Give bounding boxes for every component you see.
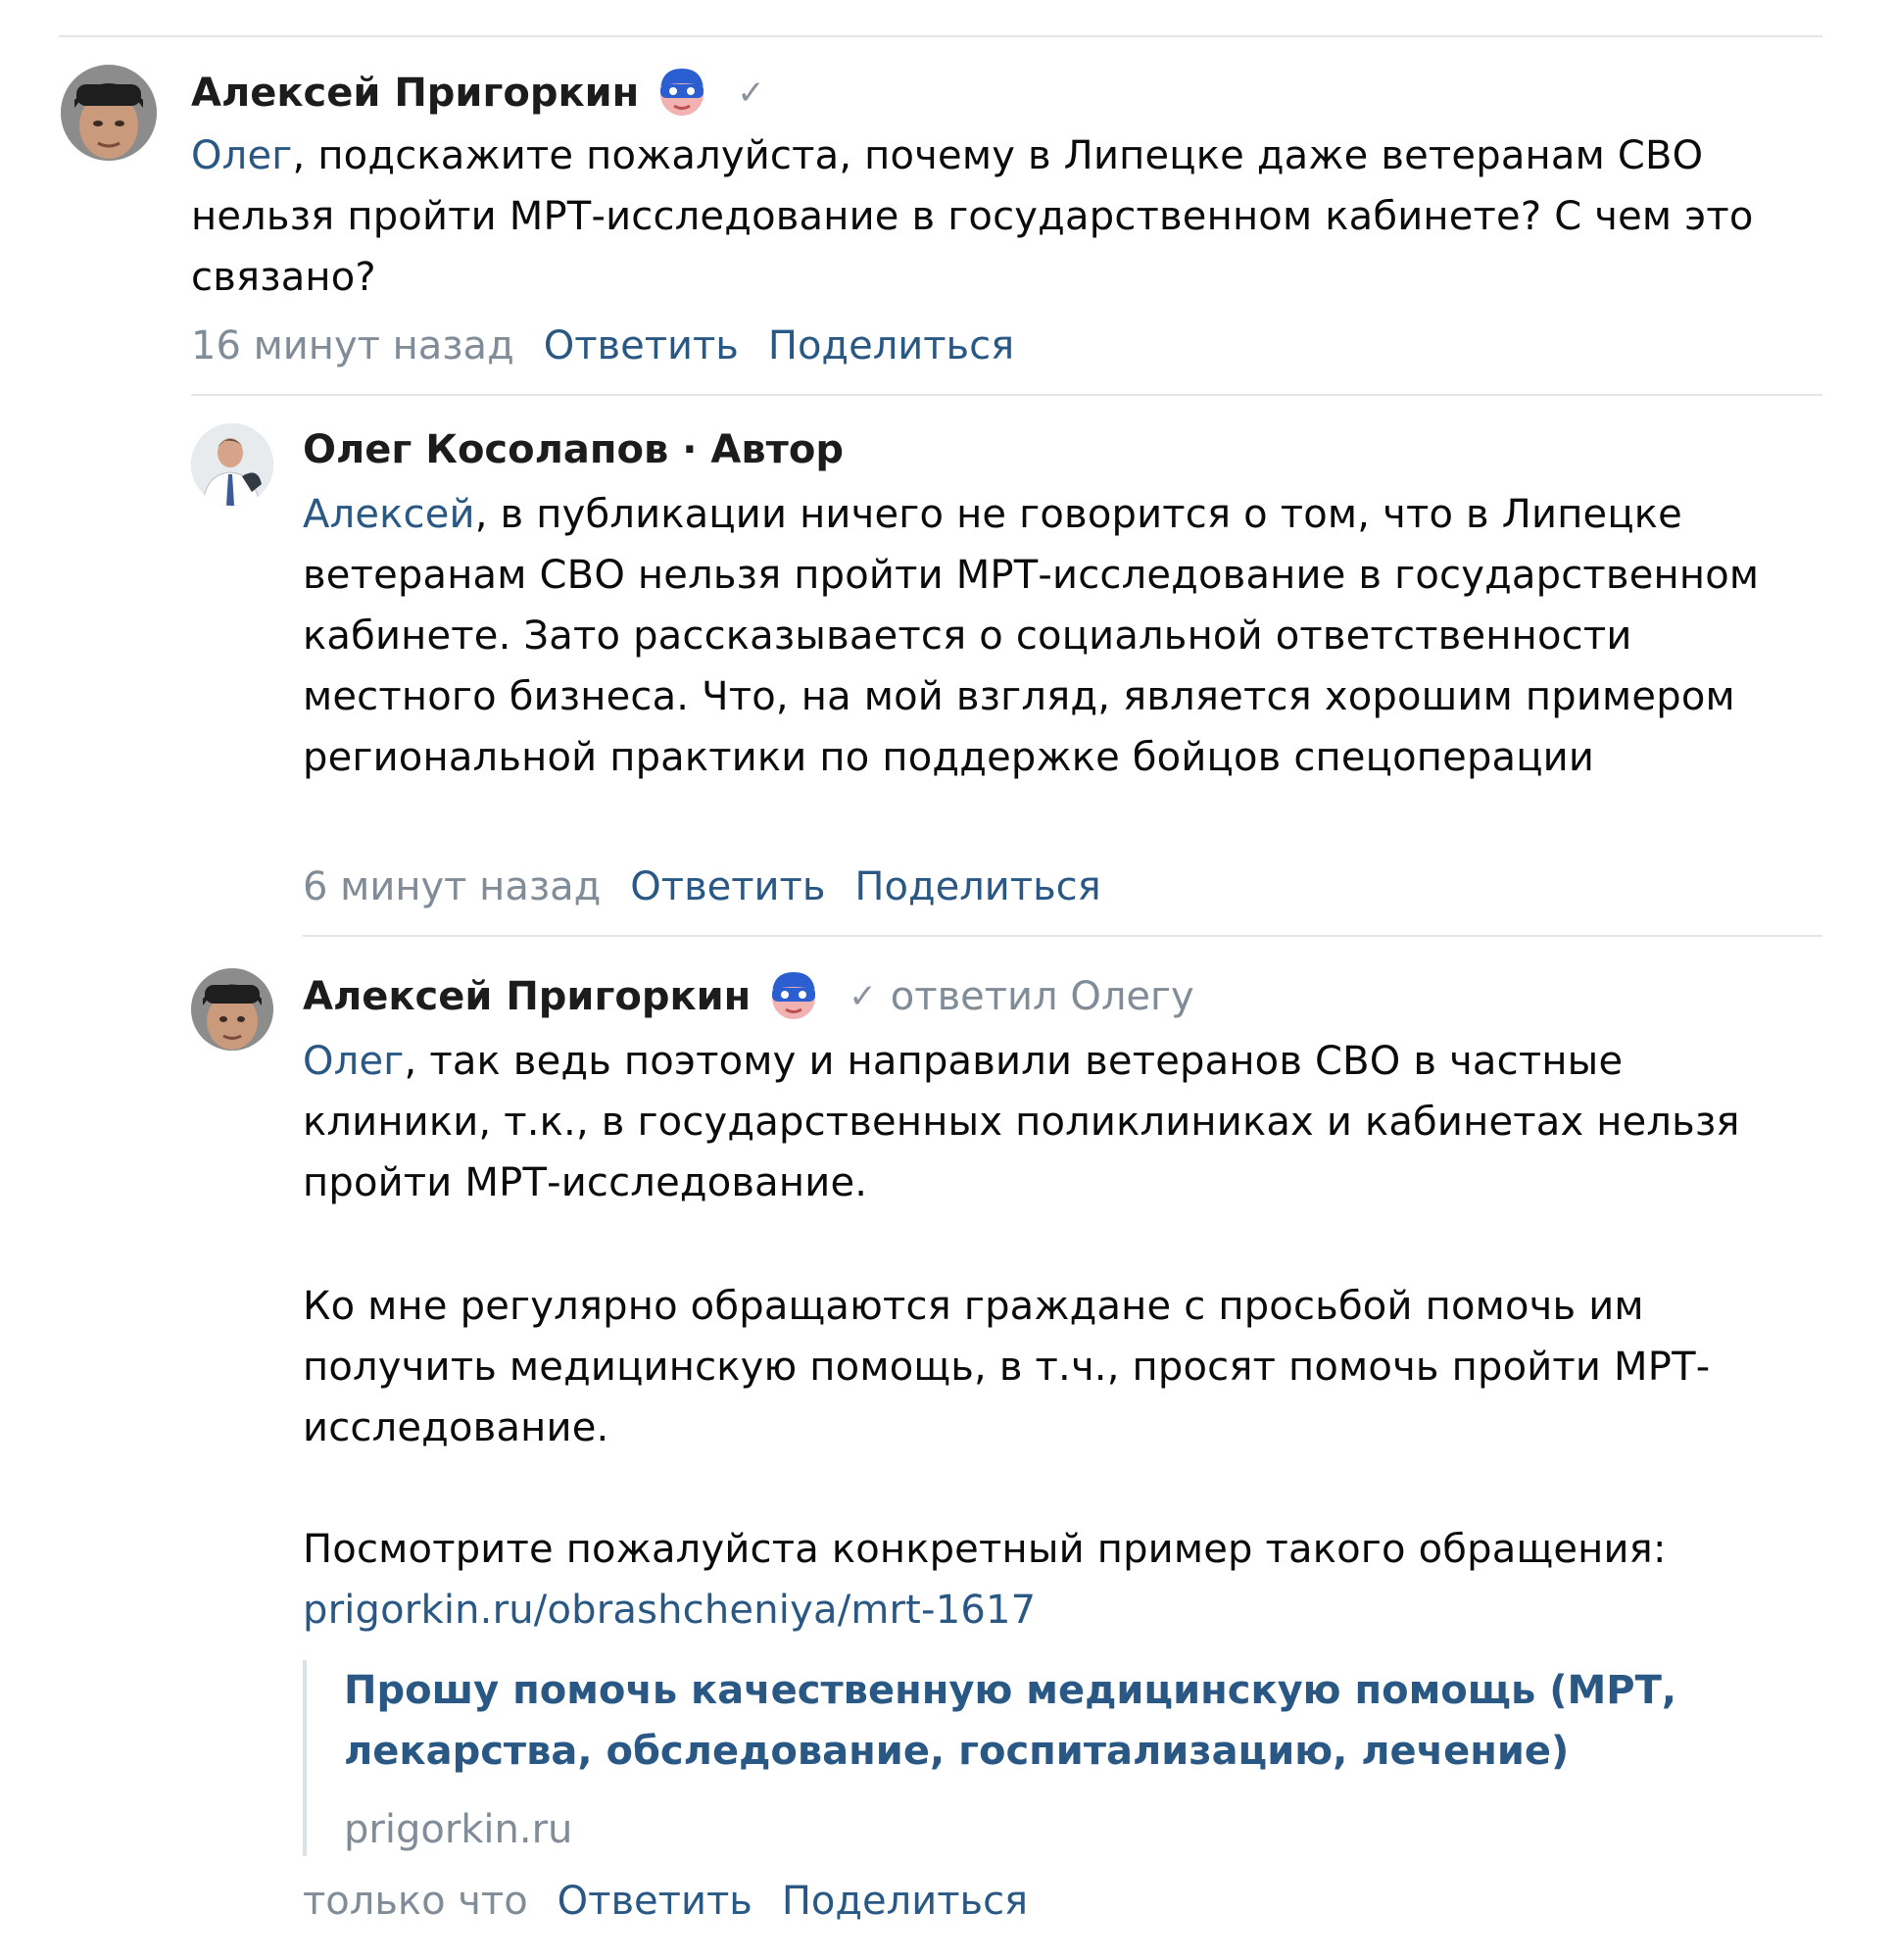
comment-body: , так ведь поэтому и направили ветеранов… bbox=[303, 1039, 1753, 1205]
top-divider bbox=[59, 35, 1822, 37]
reply-button[interactable]: Ответить bbox=[544, 323, 739, 368]
link-snippet[interactable]: Прошу помочь качественную медицинскую по… bbox=[303, 1660, 1755, 1856]
timestamp[interactable]: 6 минут назад bbox=[303, 864, 601, 909]
author-name[interactable]: Олег Косолапов · Автор bbox=[303, 425, 844, 474]
share-button[interactable]: Поделиться bbox=[768, 323, 1014, 368]
comment-author-line: Олег Косолапов · Автор bbox=[303, 425, 844, 474]
timestamp[interactable]: только что bbox=[303, 1879, 528, 1924]
comment-actions: только что Ответить Поделиться bbox=[303, 1877, 1028, 1926]
verified-icon: ✓ bbox=[849, 977, 877, 1016]
mention-link[interactable]: Олег bbox=[303, 1039, 404, 1084]
comment-actions: 16 минут назад Ответить Поделиться bbox=[191, 321, 1014, 370]
author-name[interactable]: Алексей Пригоркин bbox=[303, 972, 751, 1021]
divider bbox=[303, 935, 1822, 937]
avatar[interactable] bbox=[61, 65, 157, 161]
timestamp[interactable]: 16 минут назад bbox=[191, 323, 514, 368]
replied-to-link[interactable]: ответил Олегу bbox=[891, 972, 1194, 1021]
snippet-title[interactable]: Прошу помочь качественную медицинскую по… bbox=[344, 1660, 1755, 1782]
share-button[interactable]: Поделиться bbox=[782, 1879, 1028, 1924]
comment-actions: 6 минут назад Ответить Поделиться bbox=[303, 862, 1101, 911]
mention-link[interactable]: Олег bbox=[191, 133, 292, 178]
mask-badge-icon bbox=[768, 968, 819, 1021]
external-link[interactable]: prigorkin.ru/obrashcheniya/mrt-1617 bbox=[303, 1580, 1036, 1641]
comment-author-line: Алексей Пригоркин ✓ ответил Олегу bbox=[303, 970, 1194, 1023]
mention-link[interactable]: Алексей bbox=[303, 492, 475, 537]
comment-text: Олег, так ведь поэтому и направили ветер… bbox=[303, 1031, 1817, 1213]
comment-text: Алексей, в публикации ничего не говоритс… bbox=[303, 484, 1817, 788]
share-button[interactable]: Поделиться bbox=[854, 864, 1100, 909]
verified-icon: ✓ bbox=[737, 74, 765, 113]
comment-paragraph: Посмотрите пожалуйста конкретный пример … bbox=[303, 1527, 1667, 1572]
comment-body: , подскажите пожалуйста, почему в Липецк… bbox=[191, 133, 1767, 300]
comment-paragraph: Ко мне регулярно обращаются граждане с п… bbox=[303, 1284, 1711, 1450]
avatar[interactable] bbox=[191, 423, 273, 506]
divider bbox=[191, 394, 1822, 396]
comment-body: , в публикации ничего не говорится о том… bbox=[303, 492, 1772, 780]
reply-button[interactable]: Ответить bbox=[558, 1879, 752, 1924]
comment-author-line: Алексей Пригоркин ✓ bbox=[191, 67, 765, 120]
snippet-domain: prigorkin.ru bbox=[344, 1807, 573, 1852]
comment-text: Олег, подскажите пожалуйста, почему в Ли… bbox=[191, 125, 1798, 308]
reply-button[interactable]: Ответить bbox=[630, 864, 825, 909]
avatar[interactable] bbox=[191, 968, 273, 1051]
mask-badge-icon bbox=[656, 65, 707, 118]
author-name[interactable]: Алексей Пригоркин bbox=[191, 69, 639, 118]
